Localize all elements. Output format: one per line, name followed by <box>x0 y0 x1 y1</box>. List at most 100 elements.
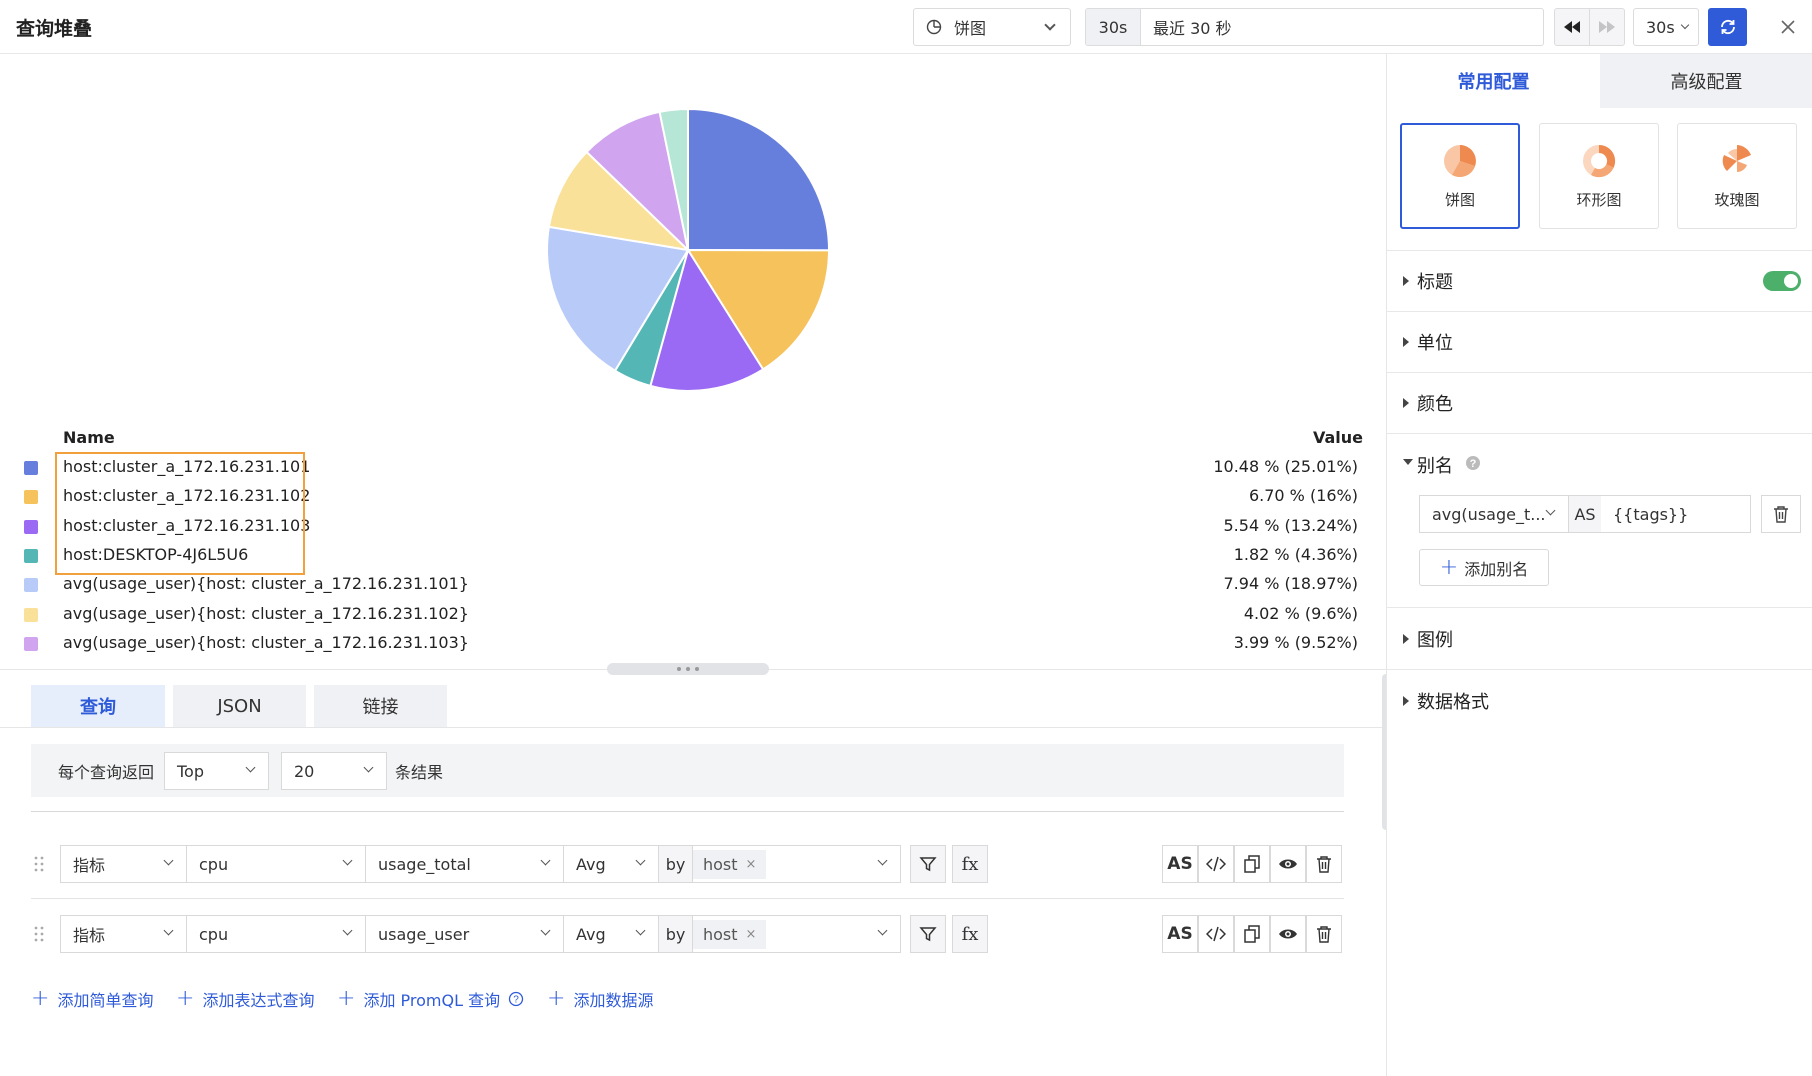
resize-handle[interactable] <box>607 663 769 675</box>
field-select[interactable]: usage_total <box>365 845 564 883</box>
section-title[interactable]: 标题 <box>1387 251 1812 312</box>
measurement-value: cpu <box>199 854 229 874</box>
filter-button[interactable] <box>910 915 946 953</box>
chart-type-pie[interactable]: 饼图 <box>1400 123 1520 229</box>
rewind-button[interactable] <box>1554 8 1590 46</box>
legend-value: 4.02 % (9.6%) <box>1243 603 1358 623</box>
add-expression-query-link[interactable]: + 添加表达式查询 <box>176 986 314 1011</box>
chevron-down-icon <box>163 855 174 866</box>
add-simple-query-link[interactable]: + 添加简单查询 <box>31 986 153 1011</box>
aggregation-value: Avg <box>576 924 606 944</box>
copy-icon <box>1244 855 1260 873</box>
tab-advanced-config[interactable]: 高级配置 <box>1600 54 1812 108</box>
close-button[interactable] <box>1775 14 1801 40</box>
copy-button[interactable] <box>1234 915 1270 953</box>
query-type-select[interactable]: 指标 <box>60 845 187 883</box>
drag-handle-icon[interactable] <box>34 855 44 873</box>
aggregation-value: Avg <box>576 854 606 874</box>
plus-icon: + <box>337 986 356 1011</box>
measurement-value: cpu <box>199 924 229 944</box>
alias-button[interactable]: AS <box>1162 915 1198 953</box>
order-select[interactable]: Top <box>164 752 269 790</box>
aggregation-select[interactable]: Avg <box>563 845 659 883</box>
chevron-down-icon <box>163 925 174 936</box>
code-icon <box>1206 926 1226 942</box>
tab-query[interactable]: 查询 <box>31 685 165 727</box>
legend-item[interactable]: avg(usage_user){host: cluster_a_172.16.2… <box>0 629 1380 658</box>
measurement-select[interactable]: cpu <box>186 845 366 883</box>
tab-common-config[interactable]: 常用配置 <box>1387 54 1600 108</box>
refresh-interval-value: 30s <box>1646 17 1675 37</box>
add-promql-query-label: 添加 PromQL 查询 <box>363 990 501 1010</box>
section-unit[interactable]: 单位 <box>1387 312 1812 373</box>
alias-button[interactable]: AS <box>1162 845 1198 883</box>
legend-swatch <box>24 519 38 534</box>
visibility-button[interactable] <box>1270 845 1306 883</box>
chart-type-rose[interactable]: 玫瑰图 <box>1677 123 1797 229</box>
legend-swatch <box>24 548 38 563</box>
legend-item[interactable]: avg(usage_user){host: cluster_a_172.16.2… <box>0 600 1380 629</box>
function-button[interactable]: fx <box>952 915 988 953</box>
close-icon[interactable]: × <box>746 857 757 872</box>
chevron-down-icon <box>363 762 374 773</box>
code-button[interactable] <box>1198 845 1234 883</box>
chevron-down-icon <box>1680 20 1690 30</box>
section-data-format[interactable]: 数据格式 <box>1387 670 1812 731</box>
section-legend[interactable]: 图例 <box>1387 609 1812 670</box>
legend-header-name: Name <box>63 428 115 447</box>
add-promql-query-link[interactable]: + 添加 PromQL 查询 ? <box>337 986 524 1011</box>
refresh-interval-select[interactable]: 30s <box>1633 8 1699 46</box>
eye-icon <box>1279 929 1297 939</box>
tab-json[interactable]: JSON <box>173 685 306 727</box>
legend-value: 5.54 % (13.24%) <box>1223 515 1359 535</box>
legend-swatch <box>24 461 38 475</box>
query-type-select[interactable]: 指标 <box>60 915 187 953</box>
chart-type-select[interactable]: 饼图 <box>913 8 1071 46</box>
alias-source-value: avg(usage_t... <box>1432 504 1546 524</box>
chart-type-donut-label: 环形图 <box>1576 190 1622 209</box>
count-value: 20 <box>294 761 315 781</box>
chart-type-donut[interactable]: 环形图 <box>1539 123 1659 229</box>
section-color[interactable]: 颜色 <box>1387 373 1812 434</box>
alias-source-select[interactable]: avg(usage_t... <box>1419 495 1569 533</box>
pie-slice-0[interactable] <box>687 107 830 252</box>
alias-target-input[interactable]: {{tags}} <box>1601 495 1751 533</box>
delete-query-button[interactable] <box>1306 845 1342 883</box>
refresh-button[interactable] <box>1708 8 1747 46</box>
copy-button[interactable] <box>1234 845 1270 883</box>
title-toggle[interactable] <box>1763 271 1801 291</box>
time-range-picker[interactable]: 30s 最近 30 秒 <box>1085 8 1544 46</box>
count-select[interactable]: 20 <box>281 752 387 790</box>
section-title-label: 标题 <box>1417 272 1453 293</box>
filter-icon <box>919 927 937 942</box>
group-by-select[interactable]: host × <box>692 915 901 953</box>
filter-button[interactable] <box>910 845 946 883</box>
help-icon[interactable]: ? <box>1465 455 1481 471</box>
help-icon[interactable]: ? <box>508 991 524 1007</box>
add-datasource-link[interactable]: + 添加数据源 <box>547 986 653 1011</box>
visibility-button[interactable] <box>1270 915 1306 953</box>
group-by-select[interactable]: host × <box>692 845 901 883</box>
delete-alias-button[interactable] <box>1761 495 1801 533</box>
field-select[interactable]: usage_user <box>365 915 564 953</box>
measurement-select[interactable]: cpu <box>186 915 366 953</box>
function-button[interactable]: fx <box>952 845 988 883</box>
order-value: Top <box>177 761 204 781</box>
rewind-icon <box>1564 21 1580 33</box>
limit-prefix: 每个查询返回 <box>58 763 155 782</box>
close-icon[interactable]: × <box>746 927 757 942</box>
delete-query-button[interactable] <box>1306 915 1342 953</box>
trash-icon <box>1317 926 1331 943</box>
tab-link[interactable]: 链接 <box>314 685 447 727</box>
aggregation-select[interactable]: Avg <box>563 915 659 953</box>
chevron-down-icon <box>1044 19 1056 31</box>
plus-icon: + <box>547 986 566 1011</box>
legend-swatch <box>24 636 38 651</box>
add-alias-button[interactable]: + 添加别名 <box>1419 549 1549 586</box>
chevron-down-icon <box>540 925 551 936</box>
code-button[interactable] <box>1198 915 1234 953</box>
legend-name: avg(usage_user){host: cluster_a_172.16.2… <box>63 574 469 594</box>
forward-button[interactable] <box>1589 8 1625 46</box>
drag-handle-icon[interactable] <box>34 925 44 943</box>
section-alias-label[interactable]: 别名 <box>1417 452 1453 478</box>
